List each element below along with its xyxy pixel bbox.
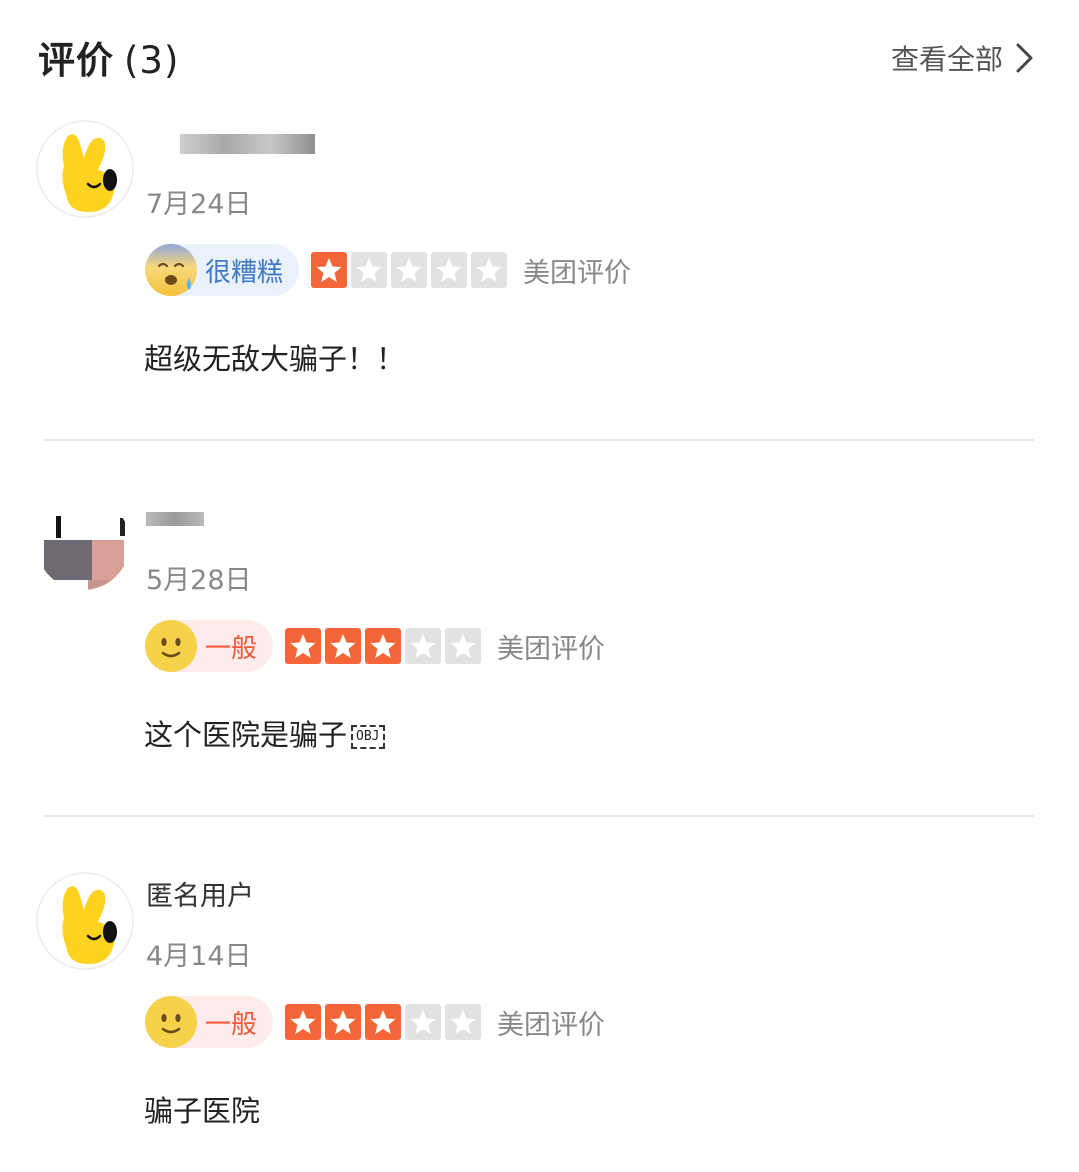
username: 匿名用户 [146, 881, 254, 912]
star-icon [445, 1004, 482, 1040]
mood-label: 一般 [205, 1009, 258, 1040]
review-content: 骗子医院 [144, 1094, 261, 1128]
review-source: 美团评价 [497, 1009, 606, 1041]
rating-row: 一般 美团评价 [145, 994, 605, 1050]
star-icon [285, 1004, 322, 1040]
review-date: 4月14日 [146, 941, 252, 972]
avatar[interactable] [36, 872, 134, 970]
star-icon [365, 1004, 402, 1040]
star-icon [325, 1004, 362, 1040]
smiling-face-icon [145, 996, 197, 1048]
star-rating [285, 1004, 482, 1040]
mascot-avatar-icon [38, 874, 132, 968]
mood-badge: 一般 [145, 996, 274, 1048]
review-item: 匿名用户 4月14日 一般 美团评价 骗子医院 [0, 0, 1079, 1172]
star-icon [405, 1004, 442, 1040]
